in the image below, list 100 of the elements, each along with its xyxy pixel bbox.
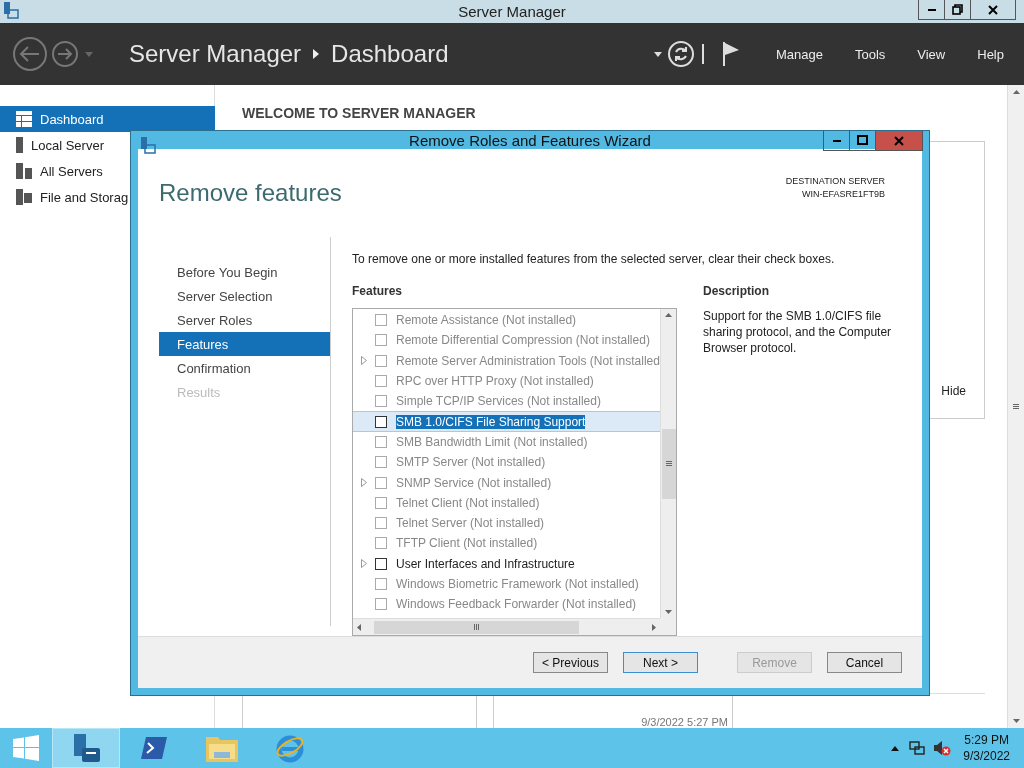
- menu-item[interactable]: View: [917, 46, 946, 62]
- feature-label: SMTP Server (Not installed): [396, 455, 546, 470]
- hide-link[interactable]: Hide: [941, 384, 966, 398]
- close-icon: [988, 4, 998, 15]
- checkbox[interactable]: [375, 578, 387, 590]
- checkbox[interactable]: [375, 557, 387, 570]
- caret-icon[interactable]: [653, 51, 662, 57]
- checkbox[interactable]: [375, 375, 387, 388]
- servers-icon: [16, 163, 32, 179]
- breadcrumb-item[interactable]: Server Manager: [129, 40, 302, 68]
- vertical-scrollbar[interactable]: [660, 309, 676, 618]
- feature-row[interactable]: Remote Differential Compression (Not installed): [353, 330, 660, 351]
- grip-icon: [1013, 404, 1019, 409]
- checkbox[interactable]: [375, 415, 387, 428]
- forward-icon[interactable]: [51, 40, 79, 68]
- section-title: WELCOME TO SERVER MANAGER: [242, 105, 477, 121]
- scroll-down-icon[interactable]: [1012, 719, 1020, 723]
- expand-icon[interactable]: [361, 478, 367, 487]
- feature-label: Remote Assistance (Not installed): [396, 313, 577, 328]
- destination-label: DESTINATION SERVER: [785, 175, 885, 188]
- scroll-down-icon[interactable]: [665, 610, 672, 614]
- flag-icon[interactable]: [721, 42, 740, 66]
- feature-row[interactable]: User Interfaces and Infrastructure: [353, 553, 660, 574]
- timestamp: 9/3/2022 5:27 PM: [641, 716, 728, 728]
- feature-row[interactable]: Remote Assistance (Not installed): [353, 310, 660, 331]
- scroll-left-icon[interactable]: [357, 623, 361, 631]
- feature-row[interactable]: TFTP Client (Not installed): [353, 533, 660, 554]
- sidebar-item[interactable]: File and Storag: [0, 184, 128, 210]
- feature-row[interactable]: SNMP Service (Not installed): [353, 472, 660, 493]
- menu-item[interactable]: Manage: [775, 46, 823, 62]
- taskbar-button[interactable]: [52, 728, 120, 768]
- feature-row[interactable]: Remote Server Administration Tools (Not installed: [353, 350, 660, 371]
- wizard-step[interactable]: Features: [159, 332, 330, 356]
- network-icon[interactable]: [909, 741, 926, 755]
- maximize-icon: [857, 135, 868, 146]
- window-title: Server Manager: [458, 3, 566, 20]
- terminal-icon[interactable]: [141, 737, 167, 759]
- app-icon: [3, 2, 19, 20]
- wizard-step[interactable]: Server Roles: [159, 308, 330, 332]
- clock[interactable]: 5:29 PM 9/3/2022: [963, 732, 1010, 764]
- minimize-icon: [832, 139, 841, 142]
- checkbox[interactable]: [375, 354, 387, 367]
- page-heading: Remove features: [159, 179, 342, 208]
- tray-arrow-icon[interactable]: [891, 745, 900, 751]
- feature-row[interactable]: Windows Biometric Framework (Not installed): [353, 573, 660, 595]
- scrollbar[interactable]: [1007, 85, 1024, 728]
- feature-label: Telnet Client (Not installed): [396, 495, 540, 510]
- speaker-muted-icon[interactable]: [933, 740, 952, 756]
- wizard-step[interactable]: Before You Begin: [159, 260, 330, 284]
- checkbox[interactable]: [375, 435, 387, 448]
- feature-row[interactable]: Simple TCP/IP Services (Not installed): [353, 391, 660, 412]
- scroll-up-icon[interactable]: [1012, 90, 1020, 94]
- sidebar-item[interactable]: All Servers: [0, 158, 128, 184]
- checkbox[interactable]: [375, 598, 387, 611]
- breadcrumb-item[interactable]: Dashboard: [331, 40, 449, 68]
- feature-row[interactable]: SMTP Server (Not installed): [353, 452, 660, 473]
- checkbox[interactable]: [375, 314, 387, 327]
- feature-row[interactable]: Telnet Server (Not installed): [353, 512, 660, 534]
- checkbox[interactable]: [375, 456, 387, 469]
- checkbox[interactable]: [375, 537, 387, 550]
- checkbox[interactable]: [375, 476, 387, 489]
- description-text: Support for the SMB 1.0/CIFS file sharing protocol, and the Computer Browser protocol.: [703, 308, 893, 356]
- scroll-right-icon[interactable]: [652, 623, 656, 631]
- feature-row[interactable]: SMB Bandwidth Limit (Not installed): [353, 431, 660, 453]
- checkbox[interactable]: [375, 517, 387, 530]
- wizard-step[interactable]: Confirmation: [159, 356, 330, 380]
- feature-row[interactable]: RPC over HTTP Proxy (Not installed): [353, 370, 660, 392]
- menu-item[interactable]: Tools: [854, 46, 886, 62]
- feature-row[interactable]: Telnet Client (Not installed): [353, 492, 660, 513]
- expand-icon[interactable]: [361, 559, 367, 569]
- minimize-button[interactable]: [918, 0, 945, 20]
- scroll-up-icon[interactable]: [665, 313, 672, 317]
- restore-icon: [952, 4, 963, 15]
- feature-label: Remote Server Administration Tools (Not installed: [396, 353, 660, 368]
- expand-icon[interactable]: [361, 356, 367, 366]
- feature-label: SMB Bandwidth Limit (Not installed): [396, 434, 588, 449]
- wizard-step[interactable]: Server Selection: [159, 284, 330, 308]
- folder-icon[interactable]: [206, 734, 238, 762]
- minimize-icon: [927, 8, 936, 11]
- checkbox[interactable]: [375, 395, 387, 408]
- feature-label: Remote Differential Compression (Not installed): [396, 333, 650, 348]
- server-manager-icon[interactable]: [72, 734, 100, 762]
- checkbox[interactable]: [375, 496, 387, 509]
- menu-item[interactable]: Help: [977, 46, 1004, 62]
- wizard-title: Remove Roles and Features Wizard: [409, 131, 651, 149]
- wizard-button[interactable]: Next >: [623, 652, 698, 673]
- sidebar-item[interactable]: Dashboard: [0, 106, 215, 132]
- sidebar-item[interactable]: Local Server: [0, 132, 128, 158]
- wizard-button[interactable]: Cancel: [827, 652, 902, 673]
- feature-label: SNMP Service (Not installed): [396, 475, 552, 490]
- wizard-button[interactable]: < Previous: [533, 652, 608, 673]
- refresh-icon[interactable]: [667, 41, 694, 67]
- scroll-thumb[interactable]: [661, 428, 676, 499]
- storage-icon: [16, 189, 32, 205]
- checkbox[interactable]: [375, 334, 387, 347]
- close-button[interactable]: [970, 0, 1016, 20]
- feature-row[interactable]: Windows Feedback Forwarder (Not installed): [353, 594, 660, 615]
- back-icon[interactable]: [12, 36, 48, 72]
- scroll-thumb[interactable]: [374, 620, 579, 634]
- horizontal-scrollbar[interactable]: [353, 618, 660, 635]
